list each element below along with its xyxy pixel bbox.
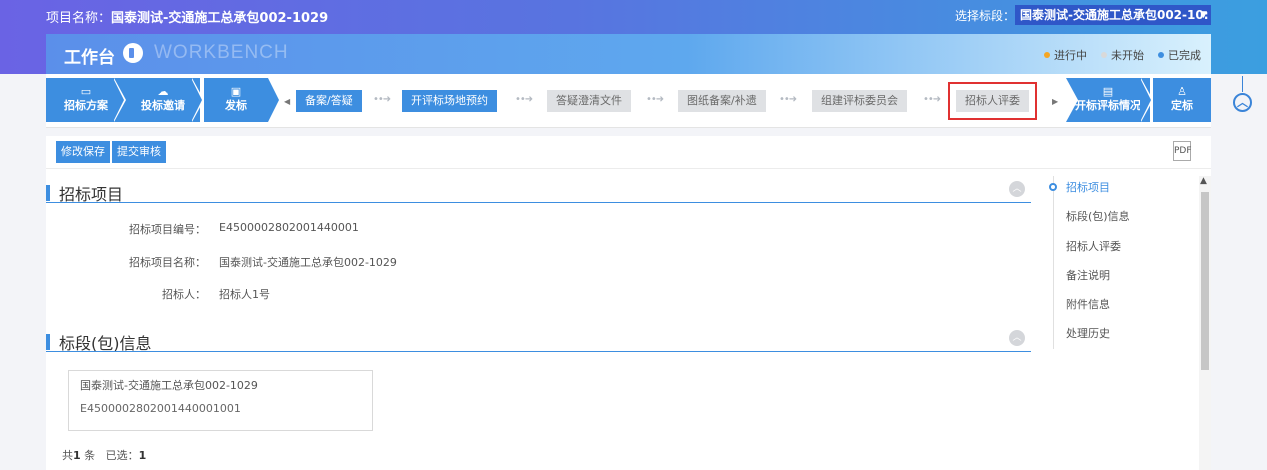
page-title: 工作台 xyxy=(64,48,115,68)
chevron-down-icon: ▼ xyxy=(1200,10,1207,20)
tenderer-value: 招标人1号 xyxy=(219,288,270,301)
step-venue-booking[interactable]: 开评标场地预约 xyxy=(402,90,497,112)
arrow-icon: ••➜ xyxy=(373,94,391,105)
field-label: 招标项目名称： xyxy=(129,256,206,269)
step-clarification[interactable]: 答疑澄清文件 xyxy=(547,90,631,112)
main-panel: 修改保存 提交审核 PDF 招标项目 ︿ 招标项目编号： E4500002802… xyxy=(46,136,1211,470)
section-select[interactable]: 国泰测试-交通施工总承包002-10: ▼ xyxy=(1015,5,1211,25)
step-issue[interactable]: ▣ 发标 xyxy=(204,78,268,122)
section-nav: 招标项目 标段(包)信息 招标人评委 备注说明 附件信息 处理历史 xyxy=(1049,176,1183,349)
step-committee[interactable]: 组建评标委员会 xyxy=(812,90,907,112)
nav-item-remarks[interactable]: 备注说明 xyxy=(1066,267,1110,283)
collapse-section-icon[interactable]: ︿ xyxy=(1009,181,1025,197)
project-code-value: E4500002802001440001 xyxy=(219,221,359,234)
arrow-icon: ••➜ xyxy=(646,94,664,105)
scrollbar-thumb[interactable] xyxy=(1201,192,1209,370)
nav-item-package[interactable]: 标段(包)信息 xyxy=(1066,208,1130,224)
workbench-header: 工作台 WORKBENCH 进行中 未开始 已完成 xyxy=(46,34,1211,74)
scroll-left-icon[interactable]: ◀ xyxy=(284,97,290,106)
workbench-icon xyxy=(123,43,143,63)
package-code: E4500002802001440001001 xyxy=(80,402,241,415)
collapse-section-icon[interactable]: ︿ xyxy=(1009,330,1025,346)
cloud-icon: ☁ xyxy=(157,85,169,98)
project-name: 项目名称：国泰测试-交通施工总承包002-1029 xyxy=(46,11,329,26)
section-select-label: 选择标段： xyxy=(955,9,1016,23)
field-label: 招标项目编号： xyxy=(129,223,206,236)
document-icon: ▤ xyxy=(1102,85,1114,98)
save-button[interactable]: 修改保存 xyxy=(56,141,110,163)
process-steps: ▭ 招标方案 ☁ 投标邀请 ▣ 发标 ◀ 备案/答疑 ••➜ 开评标场地预约 •… xyxy=(46,74,1211,128)
pdf-icon[interactable]: PDF xyxy=(1173,141,1192,161)
field-label: 招标人： xyxy=(162,288,206,301)
legend-in-progress: 进行中 xyxy=(1044,47,1087,63)
step-tenderer-judge[interactable]: 招标人评委 xyxy=(948,82,1037,120)
collapse-up-button[interactable]: ︿ xyxy=(1233,93,1252,112)
step-award[interactable]: ♙ 定标 xyxy=(1153,78,1211,122)
scroll-right-icon[interactable]: ▶ xyxy=(1052,97,1058,106)
status-legend: 进行中 未开始 已完成 xyxy=(1044,47,1201,63)
briefcase-icon: ▣ xyxy=(230,85,242,98)
package-name: 国泰测试-交通施工总承包002-1029 xyxy=(80,379,258,392)
page-subtitle: WORKBENCH xyxy=(154,42,289,63)
project-name-value: 国泰测试-交通施工总承包002-1029 xyxy=(219,256,397,269)
nav-item-history[interactable]: 处理历史 xyxy=(1066,325,1110,341)
scroll-up-icon[interactable]: ▲ xyxy=(1200,176,1207,186)
nav-item-judge[interactable]: 招标人评委 xyxy=(1066,238,1121,254)
nav-item-attachments[interactable]: 附件信息 xyxy=(1066,296,1110,312)
submit-review-button[interactable]: 提交审核 xyxy=(112,141,166,163)
nav-item-project[interactable]: 招标项目 xyxy=(1066,179,1110,195)
step-filing-qa[interactable]: 备案/答疑 xyxy=(296,90,362,112)
step-bid-invite[interactable]: ☁ 投标邀请 xyxy=(126,78,200,122)
arrow-icon: ••➜ xyxy=(923,94,941,105)
scrollbar[interactable]: ▲ xyxy=(1199,176,1211,470)
record-count: 共1 条 已选：1 xyxy=(62,449,147,462)
legend-not-started: 未开始 xyxy=(1101,47,1144,63)
package-card[interactable]: 国泰测试-交通施工总承包002-1029 E450000280200144000… xyxy=(68,370,373,431)
step-opening[interactable]: ▤ 开标评标情况 xyxy=(1066,78,1150,122)
arrow-icon: ••➜ xyxy=(779,94,797,105)
step-drawing-filing[interactable]: 图纸备案/补遗 xyxy=(678,90,766,112)
toolbar: 修改保存 提交审核 xyxy=(56,141,166,163)
active-dot-icon xyxy=(1049,183,1057,191)
legend-completed: 已完成 xyxy=(1158,47,1201,63)
user-icon: ♙ xyxy=(1177,85,1187,98)
arrow-icon: ••➜ xyxy=(515,94,533,105)
